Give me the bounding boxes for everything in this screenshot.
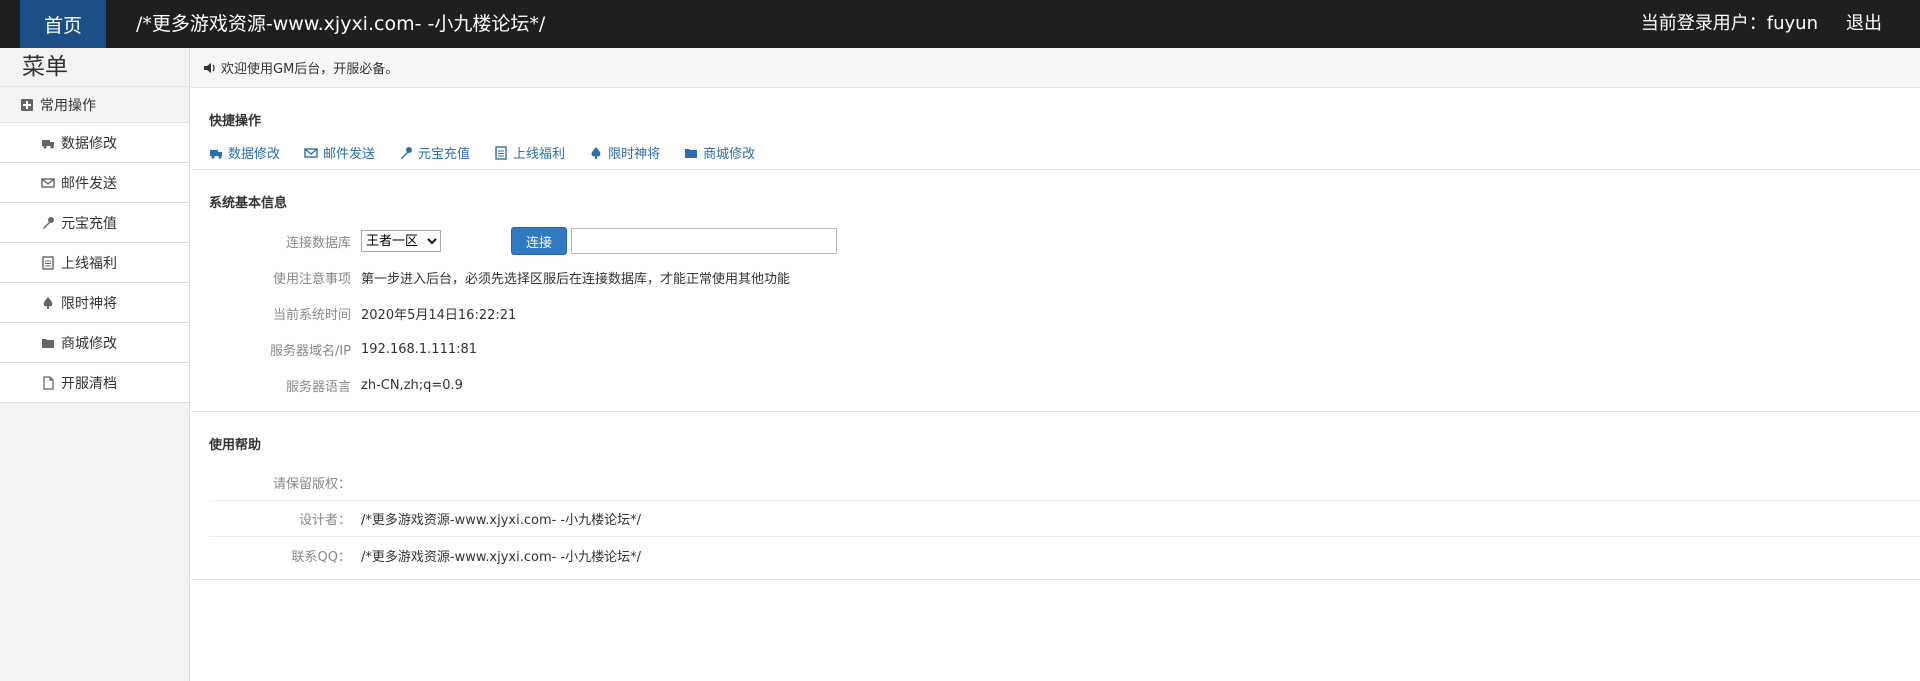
menu-group-label: 常用操作 xyxy=(40,97,96,114)
logout-button[interactable]: 退出 xyxy=(1846,0,1882,48)
lang-label: 服务器语言 xyxy=(285,379,351,395)
welcome-notice: 欢迎使用GM后台，开服必备。 xyxy=(191,48,1920,88)
quick-links: 数据修改 邮件发送 元宝充值 上线福利 限时神将 商城修改 xyxy=(209,143,1920,162)
time-label: 当前系统时间 xyxy=(272,307,351,323)
main-content: 欢迎使用GM后台，开服必备。 快捷操作 数据修改 邮件发送 元宝充值 上线福利 xyxy=(191,48,1920,681)
help-label: 请保留版权： xyxy=(272,477,351,492)
time-row: 当前系统时间 2020年5月14日16:22:21 xyxy=(209,295,1920,331)
help-value: /*更多游戏资源-www.xjyxi.com- -小九楼论坛*/ xyxy=(361,513,642,528)
quick-link-label: 数据修改 xyxy=(228,147,281,162)
quick-link-online-welfare[interactable]: 上线福利 xyxy=(494,143,565,162)
menu-group-common[interactable]: 常用操作 xyxy=(0,86,189,123)
sidebar-item-label: 商城修改 xyxy=(61,335,117,352)
connect-button[interactable]: 连接 xyxy=(511,227,567,255)
quick-link-mail-send[interactable]: 邮件发送 xyxy=(304,143,375,162)
quick-link-limited-general[interactable]: 限时神将 xyxy=(589,143,660,162)
sidebar: 菜单 常用操作 数据修改 邮件发送 元宝充值 上线福利 限时神将 商城修改 开服… xyxy=(0,48,190,681)
quick-link-label: 限时神将 xyxy=(608,147,661,162)
help-label: 设计者： xyxy=(298,513,351,528)
truck-icon xyxy=(41,136,55,150)
sidebar-item-online-welfare[interactable]: 上线福利 xyxy=(0,243,189,283)
time-value: 2020年5月14日16:22:21 xyxy=(361,307,517,323)
speaker-icon xyxy=(203,61,217,75)
server-row: 服务器域名/IP 192.168.1.111:81 xyxy=(209,331,1920,367)
quick-link-label: 上线福利 xyxy=(513,147,566,162)
quick-link-shop-edit[interactable]: 商城修改 xyxy=(684,143,755,162)
sidebar-item-shop-edit[interactable]: 商城修改 xyxy=(0,323,189,363)
section-title: 快捷操作 xyxy=(209,114,262,129)
db-select[interactable]: 王者一区 xyxy=(361,230,441,252)
help-row-designer: 设计者： /*更多游戏资源-www.xjyxi.com- -小九楼论坛*/ xyxy=(209,501,1920,537)
sidebar-item-label: 邮件发送 xyxy=(61,175,117,192)
folder-icon xyxy=(41,336,55,350)
sidebar-item-data-edit[interactable]: 数据修改 xyxy=(0,123,189,163)
quick-link-label: 邮件发送 xyxy=(323,147,376,162)
help-value: /*更多游戏资源-www.xjyxi.com- -小九楼论坛*/ xyxy=(361,549,642,565)
db-label: 连接数据库 xyxy=(285,235,351,251)
sidebar-item-recharge[interactable]: 元宝充值 xyxy=(0,203,189,243)
help-row-contact-qq: 联系QQ： /*更多游戏资源-www.xjyxi.com- -小九楼论坛*/ xyxy=(209,537,1920,573)
help-rows: 请保留版权： 设计者： /*更多游戏资源-www.xjyxi.com- -小九楼… xyxy=(209,465,1920,573)
help-row-copyright: 请保留版权： xyxy=(209,465,1920,501)
spade-icon xyxy=(589,146,603,160)
server-label: 服务器域名/IP xyxy=(269,343,351,359)
connection-input[interactable] xyxy=(571,228,837,254)
truck-icon xyxy=(209,146,223,160)
home-button[interactable]: 首页 xyxy=(20,0,106,48)
help-section: 使用帮助 请保留版权： 设计者： /*更多游戏资源-www.xjyxi.com-… xyxy=(191,412,1920,580)
lang-row: 服务器语言 zh-CN,zh;q=0.9 xyxy=(209,367,1920,403)
sidebar-item-label: 开服清档 xyxy=(61,375,117,392)
note-row: 使用注意事项 第一步进入后台，必须先选择区服后在连接数据库，才能正常使用其他功能 xyxy=(209,259,1920,295)
file-icon xyxy=(41,375,55,390)
section-title: 使用帮助 xyxy=(209,438,262,453)
list-icon xyxy=(494,145,508,160)
system-info-section: 系统基本信息 连接数据库 王者一区 连接 使用注意事项 第一步进入后台，必须先选… xyxy=(191,170,1920,412)
spade-icon xyxy=(41,296,55,310)
note-value: 第一步进入后台，必须先选择区服后在连接数据库，才能正常使用其他功能 xyxy=(361,271,791,287)
quick-link-data-edit[interactable]: 数据修改 xyxy=(209,143,280,162)
mail-icon xyxy=(304,146,318,160)
top-bar: 首页 /*更多游戏资源-www.xjyxi.com- -小九楼论坛*/ 当前登录… xyxy=(0,0,1920,48)
site-title: /*更多游戏资源-www.xjyxi.com- -小九楼论坛*/ xyxy=(136,13,546,35)
sidebar-item-label: 限时神将 xyxy=(61,295,117,312)
sidebar-item-label: 数据修改 xyxy=(61,135,117,152)
sidebar-item-mail-send[interactable]: 邮件发送 xyxy=(0,163,189,203)
wrench-icon xyxy=(41,216,55,230)
db-connect-row: 连接数据库 王者一区 连接 xyxy=(209,223,1920,259)
quick-link-label: 商城修改 xyxy=(703,147,756,162)
quick-link-recharge[interactable]: 元宝充值 xyxy=(399,143,470,162)
menu-title: 菜单 xyxy=(22,54,68,80)
quick-actions-section: 快捷操作 数据修改 邮件发送 元宝充值 上线福利 限时神将 商城修改 xyxy=(191,88,1920,170)
sidebar-item-limited-general[interactable]: 限时神将 xyxy=(0,283,189,323)
folder-icon xyxy=(684,146,698,160)
mail-icon xyxy=(41,176,55,190)
sidebar-item-server-reset[interactable]: 开服清档 xyxy=(0,363,189,403)
plus-square-icon xyxy=(20,98,34,112)
server-value: 192.168.1.111:81 xyxy=(361,341,478,357)
current-user-label: 当前登录用户：fuyun xyxy=(1640,13,1818,34)
wrench-icon xyxy=(399,146,413,160)
lang-value: zh-CN,zh;q=0.9 xyxy=(361,377,463,393)
section-title: 系统基本信息 xyxy=(209,196,288,211)
note-label: 使用注意事项 xyxy=(272,271,351,287)
help-label: 联系QQ： xyxy=(291,549,351,565)
welcome-text: 欢迎使用GM后台，开服必备。 xyxy=(221,62,399,77)
list-icon xyxy=(41,255,55,270)
sidebar-item-label: 上线福利 xyxy=(61,255,117,272)
sidebar-item-label: 元宝充值 xyxy=(61,215,117,232)
quick-link-label: 元宝充值 xyxy=(418,147,471,162)
